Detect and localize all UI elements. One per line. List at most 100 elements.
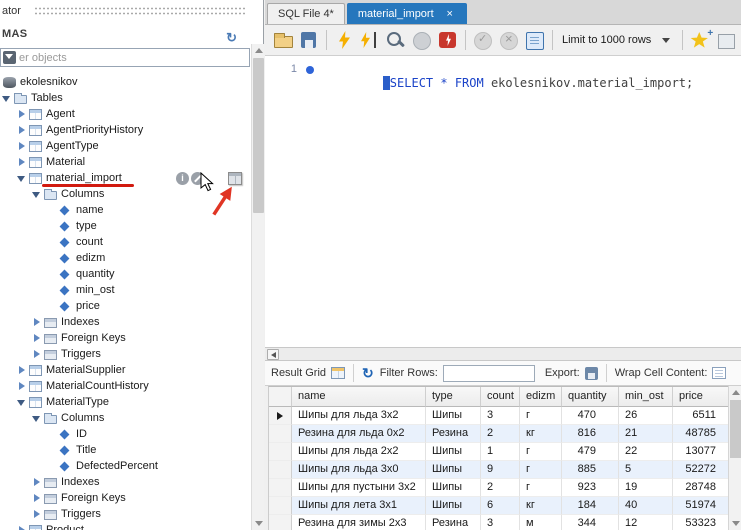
tree-item-product[interactable]: Product xyxy=(0,522,250,530)
wrap-cell-icon[interactable] xyxy=(712,367,726,379)
filter-rows-input[interactable] xyxy=(443,365,535,382)
column-header-edizm[interactable]: edizm xyxy=(520,387,562,407)
tree-item-material[interactable]: Material xyxy=(0,154,250,170)
expander-closed-icon[interactable] xyxy=(17,365,28,376)
tree-item-materialcounthistory[interactable]: MaterialCountHistory xyxy=(0,378,250,394)
grid-cell-min-ost[interactable]: 19 xyxy=(619,479,673,497)
expander-open-icon[interactable] xyxy=(32,189,43,200)
autocommit-icon[interactable] xyxy=(522,28,548,52)
column-header-type[interactable]: type xyxy=(426,387,481,407)
expander-closed-icon[interactable] xyxy=(17,157,28,168)
row-selector[interactable] xyxy=(269,461,292,479)
save-snippet-icon[interactable] xyxy=(687,28,713,52)
grid-cell-name[interactable]: Резина для зимы 2x3 xyxy=(292,515,426,530)
table-row[interactable]: Шипы для лета 3x1Шипы6кг1844051974 xyxy=(269,497,728,515)
tree-item-id[interactable]: ID xyxy=(0,426,250,442)
grid-cell-name[interactable]: Резина для льда 0x2 xyxy=(292,425,426,443)
grid-cell-name[interactable]: Шипы для пустыни 3x2 xyxy=(292,479,426,497)
grid-cell-price[interactable]: 51974 xyxy=(673,497,728,515)
tree-item-materialsupplier[interactable]: MaterialSupplier xyxy=(0,362,250,378)
column-header-price[interactable]: price xyxy=(673,387,728,407)
grid-cell-quantity[interactable]: 479 xyxy=(562,443,619,461)
grid-cell-edizm[interactable]: г xyxy=(520,461,562,479)
grid-cell-type[interactable]: Резина xyxy=(426,515,481,530)
sql-code-line[interactable]: SELECT * FROM ekolesnikov.material_impor… xyxy=(325,62,693,104)
grid-cell-count[interactable]: 2 xyxy=(481,479,520,497)
grid-cell-edizm[interactable]: м xyxy=(520,515,562,530)
filter-objects-box[interactable] xyxy=(0,48,250,67)
expander-closed-icon[interactable] xyxy=(17,381,28,392)
grid-cell-type[interactable]: Шипы xyxy=(426,479,481,497)
table-row[interactable]: Резина для зимы 2x3Резина3м3441253323 xyxy=(269,515,728,530)
grid-cell-min-ost[interactable]: 40 xyxy=(619,497,673,515)
tree-item-tables[interactable]: Tables xyxy=(0,90,250,106)
expander-open-icon[interactable] xyxy=(0,77,2,88)
open-script-icon[interactable] xyxy=(270,28,296,52)
tree-item-defectedpercent[interactable]: DefectedPercent xyxy=(0,458,250,474)
grid-cell-type[interactable]: Шипы xyxy=(426,461,481,479)
grid-cell-type[interactable]: Шипы xyxy=(426,443,481,461)
expander-closed-icon[interactable] xyxy=(17,525,28,530)
expander-closed-icon[interactable] xyxy=(32,317,43,328)
grid-cell-price[interactable]: 13077 xyxy=(673,443,728,461)
grid-cell-quantity[interactable]: 885 xyxy=(562,461,619,479)
tree-item-count[interactable]: count xyxy=(0,234,250,250)
save-script-icon[interactable] xyxy=(296,28,322,52)
rollback-icon[interactable] xyxy=(496,28,522,52)
grid-cell-type[interactable]: Шипы xyxy=(426,407,481,425)
grid-cell-count[interactable]: 2 xyxy=(481,425,520,443)
expander-closed-icon[interactable] xyxy=(32,509,43,520)
tree-item-triggers[interactable]: Triggers xyxy=(0,506,250,522)
grid-cell-edizm[interactable]: г xyxy=(520,443,562,461)
row-selector[interactable] xyxy=(269,407,292,425)
expander-closed-icon[interactable] xyxy=(17,141,28,152)
table-row[interactable]: Резина для льда 0x2Резина2кг8162148785 xyxy=(269,425,728,443)
grid-cell-price[interactable]: 53323 xyxy=(673,515,728,530)
navigator-scrollbar[interactable] xyxy=(251,44,264,530)
grid-cell-edizm[interactable]: г xyxy=(520,407,562,425)
tree-item-type[interactable]: type xyxy=(0,218,250,234)
expander-open-icon[interactable] xyxy=(2,93,13,104)
expander-closed-icon[interactable] xyxy=(32,349,43,360)
close-tab-icon[interactable]: × xyxy=(444,8,456,20)
tree-item-columns[interactable]: Columns xyxy=(0,410,250,426)
grid-cell-min-ost[interactable]: 21 xyxy=(619,425,673,443)
grid-cell-quantity[interactable]: 816 xyxy=(562,425,619,443)
row-selector[interactable] xyxy=(269,425,292,443)
grid-cell-name[interactable]: Шипы для льда 3x2 xyxy=(292,407,426,425)
table-row[interactable]: Шипы для льда 3x0Шипы9г885552272 xyxy=(269,461,728,479)
grid-cell-price[interactable]: 48785 xyxy=(673,425,728,443)
grid-cell-quantity[interactable]: 923 xyxy=(562,479,619,497)
row-selector[interactable] xyxy=(269,515,292,530)
limit-rows-dropdown[interactable]: Limit to 1000 rows xyxy=(557,30,678,50)
filter-objects-input[interactable] xyxy=(19,52,249,64)
expander-closed-icon[interactable] xyxy=(32,333,43,344)
grid-cell-price[interactable]: 6511 xyxy=(673,407,728,425)
expander-closed-icon[interactable] xyxy=(32,477,43,488)
tree-item-quantity[interactable]: quantity xyxy=(0,266,250,282)
grid-cell-name[interactable]: Шипы для лета 3x1 xyxy=(292,497,426,515)
expander-closed-icon[interactable] xyxy=(17,109,28,120)
expander-open-icon[interactable] xyxy=(17,173,28,184)
grid-cell-name[interactable]: Шипы для льда 2x2 xyxy=(292,443,426,461)
expander-open-icon[interactable] xyxy=(17,397,28,408)
table-row[interactable]: Шипы для льда 2x2Шипы1г4792213077 xyxy=(269,443,728,461)
tree-item-title[interactable]: Title xyxy=(0,442,250,458)
grid-cell-price[interactable]: 28748 xyxy=(673,479,728,497)
tree-item-foreign-keys[interactable]: Foreign Keys xyxy=(0,330,250,346)
scroll-left-icon[interactable] xyxy=(267,349,279,360)
grid-cell-count[interactable]: 3 xyxy=(481,515,520,530)
sql-editor[interactable]: 1 SELECT * FROM ekolesnikov.material_imp… xyxy=(265,56,741,347)
grid-cell-type[interactable]: Резина xyxy=(426,425,481,443)
grid-cell-type[interactable]: Шипы xyxy=(426,497,481,515)
result-grid-icon[interactable] xyxy=(331,367,345,379)
tree-item-ekolesnikov[interactable]: ekolesnikov xyxy=(0,74,250,90)
column-header-name[interactable]: name xyxy=(292,387,426,407)
tree-item-materialtype[interactable]: MaterialType xyxy=(0,394,250,410)
grid-cell-edizm[interactable]: кг xyxy=(520,497,562,515)
tree-item-price[interactable]: price xyxy=(0,298,250,314)
grid-cell-count[interactable]: 6 xyxy=(481,497,520,515)
grid-cell-quantity[interactable]: 470 xyxy=(562,407,619,425)
grid-cell-edizm[interactable]: г xyxy=(520,479,562,497)
tree-item-agenttype[interactable]: AgentType xyxy=(0,138,250,154)
